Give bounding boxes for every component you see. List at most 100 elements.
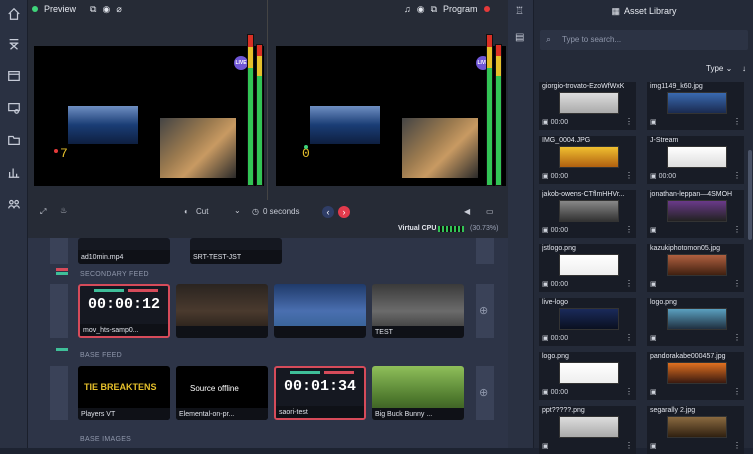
home-icon[interactable] [6, 6, 22, 22]
source-tile[interactable]: TIE BREAKTENS Players VT [78, 366, 170, 420]
image-icon: ▣ [650, 389, 657, 396]
prev-button[interactable]: ‹ [322, 206, 334, 218]
asset-meta: ▣ 00:00 [542, 388, 568, 396]
asset-duration: 00:00 [658, 173, 677, 180]
media-icon[interactable] [6, 68, 22, 84]
asset-thumbnail [559, 146, 619, 168]
headphones-icon[interactable]: ♫ [404, 4, 411, 14]
popout-icon[interactable]: ⧉ [431, 4, 437, 15]
source-tile[interactable]: Big Buck Bunny ... [372, 366, 464, 420]
asset-thumbnail [667, 200, 727, 222]
asset-thumbnail [667, 416, 727, 438]
folder-icon[interactable] [6, 132, 22, 148]
search-input[interactable]: Type to search... [562, 35, 621, 44]
asset-library-tab-icon[interactable]: ▤ [515, 32, 524, 43]
asset-tile[interactable]: live-logo ▣ 00:00 ⋮ [539, 298, 636, 346]
bar-chart-icon[interactable] [6, 164, 22, 180]
sort-select[interactable]: Type ⌄ [706, 64, 732, 73]
asset-tile[interactable]: img1149_k60.jpg ▣ ⋮ [647, 82, 744, 130]
asset-tile[interactable]: jakob-owens-CTflmHHVr... ▣ 00:00 ⋮ [539, 190, 636, 238]
add-source-icon[interactable]: ⊕ [479, 386, 488, 399]
more-options-icon[interactable]: ⋮ [625, 387, 633, 396]
program-monitor[interactable]: 0 LIVE [276, 46, 506, 186]
eye-icon[interactable]: ◉ [102, 4, 110, 15]
asset-meta: ▣ 00:00 [542, 226, 568, 234]
sort-direction-icon[interactable]: ↓ [742, 64, 746, 73]
source-tile[interactable]: TEST [372, 284, 464, 338]
source-name: mov_hts-samp0... [83, 326, 139, 334]
image-icon: ▣ [650, 173, 657, 180]
image-icon: ▣ [650, 119, 657, 126]
feeds-area: Virtual CPU (30.73%) ad10min.mp4 SRT-TES… [28, 220, 508, 448]
source-tile[interactable]: 00:00:12 mov_hts-samp0... [78, 284, 170, 338]
row-handle[interactable] [50, 284, 68, 338]
more-options-icon[interactable]: ⋮ [625, 333, 633, 342]
asset-tile[interactable]: IMG_0004.JPG ▣ 00:00 ⋮ [539, 136, 636, 184]
add-source-icon[interactable]: ⊕ [479, 304, 488, 317]
asset-tile[interactable]: ppt?????.png ▣ ⋮ [539, 406, 636, 454]
more-options-icon[interactable]: ⋮ [733, 171, 741, 180]
asset-tile[interactable]: jonathan-leppan—4SMOH... ▣ ⋮ [647, 190, 744, 238]
source-tile[interactable]: Source offline Elemental-on-pr... [176, 366, 268, 420]
eye-icon[interactable]: ◉ [417, 4, 425, 15]
transition-select[interactable]: Cut [196, 207, 208, 216]
chevron-down-icon[interactable]: ⌄ [234, 206, 241, 215]
search-box[interactable]: ⌕ Type to search... [540, 30, 748, 50]
more-options-icon[interactable]: ⋮ [625, 441, 633, 450]
volume-icon[interactable]: ◀ [464, 207, 470, 216]
asset-tile[interactable]: J-Stream ▣ 00:00 ⋮ [647, 136, 744, 184]
panel-strip: ♖ ▤ [508, 0, 533, 448]
flame-icon[interactable]: ♨ [60, 206, 67, 215]
more-options-icon[interactable]: ⋮ [733, 279, 741, 288]
more-options-icon[interactable]: ⋮ [625, 225, 633, 234]
more-options-icon[interactable]: ⋮ [625, 279, 633, 288]
popout-icon[interactable]: ⧉ [90, 4, 96, 15]
mute-icon[interactable]: ⌀ [116, 4, 121, 15]
take-button[interactable]: › [338, 206, 350, 218]
source-name: ad10min.mp4 [81, 253, 124, 261]
live-badge: LIVE [234, 56, 248, 70]
program-vu-meter [495, 44, 502, 186]
asset-name: jstlogo.png [542, 245, 576, 252]
transition-duration[interactable]: 0 seconds [263, 207, 299, 216]
source-name: Players VT [81, 410, 116, 418]
users-icon[interactable] [6, 196, 22, 212]
preview-monitor[interactable]: 7 LIVE [34, 46, 264, 186]
more-options-icon[interactable]: ⋮ [733, 117, 741, 126]
row-handle[interactable] [50, 366, 68, 420]
asset-tile[interactable]: jstlogo.png ▣ 00:00 ⋮ [539, 244, 636, 292]
trophy-icon[interactable]: ♖ [515, 6, 524, 17]
asset-tile[interactable]: giorgio-trovato-EzoWfWxKq... ▣ 00:00 ⋮ [539, 82, 636, 130]
fullscreen-icon[interactable]: ⤢ [40, 207, 46, 217]
more-options-icon[interactable]: ⋮ [625, 117, 633, 126]
source-tile[interactable]: ad10min.mp4 [78, 238, 170, 264]
director-chair-icon[interactable] [6, 36, 22, 52]
asset-tile[interactable]: logo.png ▣ 00:00 ⋮ [539, 352, 636, 400]
more-options-icon[interactable]: ⋮ [733, 387, 741, 396]
preview-vu-meter [256, 44, 263, 186]
base-feed-label: BASE FEED [80, 352, 122, 359]
caption-icon[interactable]: ▭ [486, 207, 494, 216]
source-tile[interactable] [274, 284, 366, 338]
monitor-settings-icon[interactable] [6, 100, 22, 116]
asset-tile[interactable]: logo.png ▣ ⋮ [647, 298, 744, 346]
image-icon: ▣ [650, 281, 657, 288]
asset-tile[interactable]: kazukiphotomon05.jpg ▣ ⋮ [647, 244, 744, 292]
asset-thumbnail [667, 254, 727, 276]
source-tile[interactable]: 00:01:34 saori-test [274, 366, 366, 420]
ocean-image [68, 106, 138, 144]
row-handle[interactable] [50, 238, 68, 264]
asset-tile[interactable]: segarally 2.jpg ▣ ⋮ [647, 406, 744, 454]
transition-toggle-icon[interactable]: ◐ [184, 207, 189, 216]
more-options-icon[interactable]: ⋮ [733, 333, 741, 342]
preview-status-dot [32, 6, 38, 12]
source-tile[interactable]: SRT-TEST-JST [190, 238, 282, 264]
asset-thumbnail [559, 308, 619, 330]
scrollbar[interactable] [748, 150, 752, 240]
source-tile[interactable] [176, 284, 268, 338]
more-options-icon[interactable]: ⋮ [625, 171, 633, 180]
asset-tile[interactable]: pandorakabe000457.jpg ▣ ⋮ [647, 352, 744, 400]
cpu-meter [438, 226, 464, 232]
more-options-icon[interactable]: ⋮ [733, 441, 741, 450]
more-options-icon[interactable]: ⋮ [733, 225, 741, 234]
